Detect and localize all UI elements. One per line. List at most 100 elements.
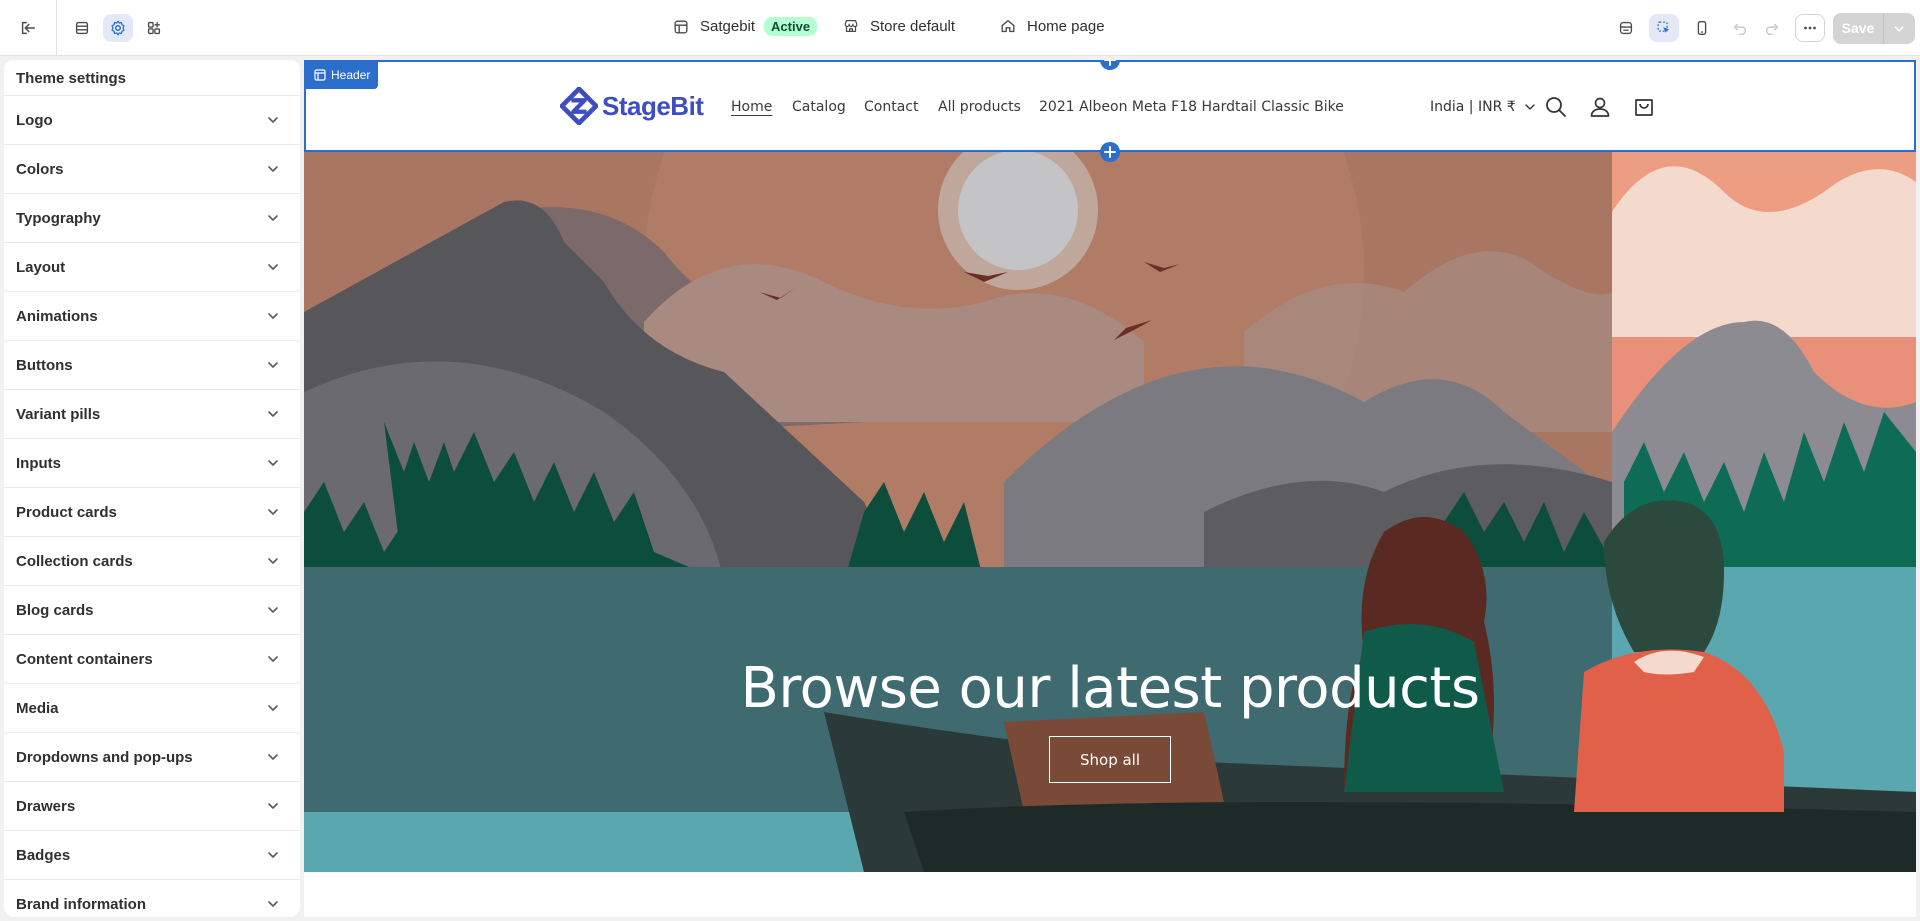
plus-icon	[1104, 146, 1116, 158]
chevron-down-icon	[268, 313, 278, 319]
settings-item-logo[interactable]: Logo	[4, 96, 300, 145]
settings-item-label: Dropdowns and pop-ups	[16, 748, 193, 766]
header-section[interactable]: Header StageBit Home Catalog Contact All…	[304, 60, 1916, 152]
storefront-preview: Browse our latest products Shop all Head…	[304, 60, 1916, 917]
nav-contact[interactable]: Contact	[864, 99, 918, 115]
chevron-down-icon	[268, 656, 278, 662]
chevron-down-icon	[268, 558, 278, 564]
settings-item-label: Variant pills	[16, 405, 101, 423]
section-tag-label: Header	[331, 68, 371, 82]
editor-top-bar: Satgebit Active Store default Home page …	[0, 0, 1920, 56]
chevron-down-icon[interactable]	[1890, 20, 1908, 38]
store-default-label: Store default	[870, 17, 956, 35]
cart-icon[interactable]	[1632, 95, 1656, 119]
settings-item-label: Brand information	[16, 895, 146, 913]
settings-item-product-cards[interactable]: Product cards	[4, 488, 300, 537]
settings-item-label: Inputs	[16, 454, 61, 472]
save-button-label: Save	[1841, 20, 1875, 36]
nav-home[interactable]: Home	[731, 99, 772, 115]
settings-list: Logo Colors Typography Layout Animations…	[4, 96, 300, 917]
store-default-selector[interactable]: Store default	[842, 17, 955, 35]
settings-item-badges[interactable]: Badges	[4, 831, 300, 880]
plus-icon	[1104, 60, 1116, 66]
settings-item-collection-cards[interactable]: Collection cards	[4, 537, 300, 586]
settings-item-label: Product cards	[16, 503, 117, 521]
settings-item-variant-pills[interactable]: Variant pills	[4, 390, 300, 439]
settings-item-drawers[interactable]: Drawers	[4, 782, 300, 831]
settings-item-label: Layout	[16, 258, 66, 276]
store-logo[interactable]: StageBit	[560, 87, 704, 125]
save-button[interactable]: Save	[1833, 13, 1915, 44]
nav-catalog[interactable]: Catalog	[792, 99, 846, 115]
chevron-down-icon	[268, 460, 278, 466]
settings-item-brand-information[interactable]: Brand information	[4, 880, 300, 917]
exit-button[interactable]	[13, 14, 43, 42]
store-name: Satgebit	[700, 18, 756, 35]
more-horizontal-icon	[1804, 26, 1816, 30]
page-label: Home page	[1027, 17, 1105, 35]
settings-item-blog-cards[interactable]: Blog cards	[4, 586, 300, 635]
search-icon[interactable]	[1544, 95, 1568, 119]
country-label: India | INR ₹	[1430, 99, 1516, 115]
settings-item-label: Logo	[16, 111, 53, 129]
status-badge: Active	[764, 17, 818, 36]
theme-selector[interactable]: Satgebit Active	[672, 17, 818, 36]
settings-item-label: Typography	[16, 209, 101, 227]
settings-item-label: Badges	[16, 846, 71, 864]
nav-product-link[interactable]: 2021 Albeon Meta F18 Hardtail Classic Bi…	[1039, 99, 1344, 115]
hero-banner[interactable]: Browse our latest products Shop all	[304, 152, 1916, 872]
nav-all-products[interactable]: All products	[938, 99, 1021, 115]
settings-item-label: Colors	[16, 160, 64, 178]
preview-icon	[1619, 21, 1633, 35]
country-currency-selector[interactable]: India | INR ₹	[1430, 99, 1536, 115]
chevron-down-icon	[268, 705, 278, 711]
settings-item-media[interactable]: Media	[4, 684, 300, 733]
cursor-select-icon	[1657, 21, 1670, 33]
settings-item-label: Drawers	[16, 797, 76, 815]
home-icon	[1001, 19, 1015, 33]
exit-icon	[21, 21, 36, 35]
settings-item-label: Collection cards	[16, 552, 133, 570]
redo-button[interactable]	[1757, 14, 1787, 42]
undo-button[interactable]	[1725, 14, 1755, 42]
apps-icon	[147, 21, 161, 35]
chevron-down-icon	[268, 215, 278, 221]
chevron-down-icon	[268, 852, 278, 858]
chevron-down-icon	[1524, 104, 1535, 110]
shop-all-button[interactable]: Shop all	[1049, 736, 1171, 783]
settings-item-dropdowns-and-popups[interactable]: Dropdowns and pop-ups	[4, 733, 300, 782]
save-divider	[1883, 13, 1884, 44]
settings-item-label: Buttons	[16, 356, 73, 374]
stagebit-logo-icon	[560, 87, 598, 125]
chevron-down-icon	[268, 607, 278, 613]
settings-item-layout[interactable]: Layout	[4, 243, 300, 292]
chevron-down-icon	[268, 264, 278, 270]
settings-item-colors[interactable]: Colors	[4, 145, 300, 194]
chevron-down-icon	[268, 509, 278, 515]
top-bar-divider	[56, 0, 57, 56]
settings-item-animations[interactable]: Animations	[4, 292, 300, 341]
settings-item-label: Media	[16, 699, 59, 717]
view-database-button[interactable]	[1611, 14, 1641, 42]
settings-item-typography[interactable]: Typography	[4, 194, 300, 243]
chevron-down-icon	[268, 803, 278, 809]
settings-item-buttons[interactable]: Buttons	[4, 341, 300, 390]
section-tag: Header	[306, 62, 379, 89]
logo-text: StageBit	[602, 90, 704, 121]
add-section-below-button[interactable]	[1100, 142, 1120, 162]
page-selector[interactable]: Home page	[999, 17, 1105, 35]
add-section-above-button[interactable]	[1100, 60, 1120, 70]
theme-settings-button[interactable]	[103, 14, 133, 42]
redo-icon	[1765, 23, 1779, 35]
sections-button[interactable]	[67, 14, 97, 42]
settings-item-content-containers[interactable]: Content containers	[4, 635, 300, 684]
more-actions-button[interactable]	[1795, 14, 1825, 42]
settings-item-label: Animations	[16, 307, 98, 325]
account-icon[interactable]	[1588, 95, 1612, 119]
chevron-down-icon	[268, 411, 278, 417]
mobile-view-button[interactable]	[1687, 14, 1717, 42]
sections-icon	[75, 21, 89, 35]
inspector-button[interactable]	[1649, 14, 1679, 42]
apps-button[interactable]	[139, 14, 169, 42]
settings-item-inputs[interactable]: Inputs	[4, 439, 300, 488]
